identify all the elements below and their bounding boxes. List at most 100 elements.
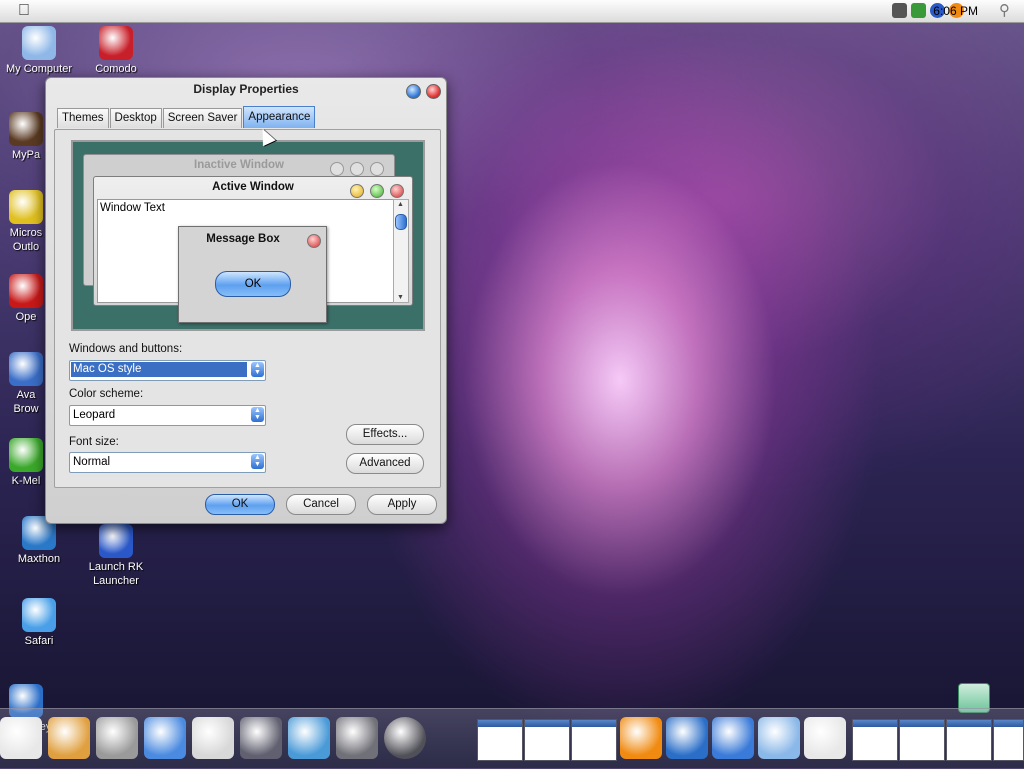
thumbnail-title-bar (900, 720, 944, 727)
inactive-window-title: Inactive Window (194, 159, 284, 171)
mypaint-icon (9, 112, 43, 146)
maximize-icon (370, 184, 384, 198)
notepad-icon[interactable] (804, 717, 846, 759)
desktop-icon-label: My Computer (5, 63, 73, 75)
windows-buttons-label: Windows and buttons: (69, 343, 183, 355)
desktop-icon[interactable]: Comodo (78, 26, 154, 76)
windows-buttons-select[interactable]: Mac OS style ▲ ▼ (69, 360, 266, 381)
color-scheme-label: Color scheme: (69, 388, 144, 400)
window-text: Window Text (100, 202, 165, 214)
notepad-icon[interactable] (0, 717, 42, 759)
computer-icon (22, 26, 56, 60)
minimized-window-thumbnail[interactable] (993, 719, 1024, 761)
inactive-min-icon (330, 162, 344, 176)
windows-buttons-value: Mac OS style (71, 362, 247, 377)
thumbnail-title-bar (478, 720, 522, 727)
desktop-icon[interactable]: My Computer (1, 26, 77, 76)
minimized-window-thumbnail[interactable] (524, 719, 570, 761)
appearance-preview: Inactive Window Active Window Window Tex… (71, 140, 425, 331)
inactive-max-icon (350, 162, 364, 176)
tab-screen-saver[interactable]: Screen Saver (162, 108, 243, 128)
network-icon[interactable] (911, 3, 926, 18)
message-box-preview: Message Box OK (178, 226, 327, 323)
effects-button[interactable]: Effects... (346, 424, 424, 445)
kmeleon-icon (9, 438, 43, 472)
font-size-label: Font size: (69, 436, 119, 448)
spotlight-icon[interactable]: ⚲ (999, 1, 1010, 19)
draw-icon[interactable] (48, 717, 90, 759)
chevron-updown-icon: ▲ ▼ (251, 407, 264, 422)
font-size-value: Normal (73, 456, 111, 468)
tab-themes[interactable]: Themes (57, 108, 109, 128)
color-scheme-select[interactable]: Leopard ▲ ▼ (69, 405, 266, 426)
opera-icon (9, 274, 43, 308)
message-close-icon (307, 234, 321, 248)
desktop-icon[interactable]: Safari (1, 598, 77, 648)
close-button[interactable] (426, 84, 441, 99)
comodo-icon (99, 26, 133, 60)
advanced-button[interactable]: Advanced (346, 453, 424, 474)
scroll-up-icon: ▲ (397, 201, 404, 208)
ok-button[interactable]: OK (205, 494, 275, 515)
scissors-icon[interactable] (192, 717, 234, 759)
desktop-icon-label: Maxthon (17, 553, 61, 565)
font-size-select[interactable]: Normal ▲ ▼ (69, 452, 266, 473)
power-icon[interactable] (384, 717, 426, 759)
seamonkey-icon[interactable] (666, 717, 708, 759)
minimized-window-thumbnail[interactable] (852, 719, 898, 761)
minimized-window-thumbnail[interactable] (571, 719, 617, 761)
tools-icon[interactable] (240, 717, 282, 759)
safari-icon (22, 598, 56, 632)
active-window-title: Active Window (212, 181, 294, 193)
apply-button[interactable]: Apply (367, 494, 437, 515)
tab-appearance[interactable]: Appearance (243, 106, 316, 128)
desktop-icon-label: Launch RK (88, 561, 144, 573)
desktop-icon-label: Safari (24, 635, 54, 647)
appearance-panel: Inactive Window Active Window Window Tex… (54, 129, 441, 488)
tab-strip: Themes Desktop Screen Saver Appearance (57, 106, 316, 129)
thumbnail-title-bar (572, 720, 616, 727)
avant-icon (9, 352, 43, 386)
cancel-button[interactable]: Cancel (286, 494, 356, 515)
display-properties-dialog: Display Properties Themes Desktop Screen… (45, 77, 447, 524)
inactive-close-icon (370, 162, 384, 176)
minimized-window-thumbnail[interactable] (946, 719, 992, 761)
dock (0, 708, 1024, 769)
active-window-preview: Active Window Window Text Message Box OK… (93, 176, 413, 323)
desktop-icon-label: Comodo (95, 63, 137, 75)
apple-icon[interactable]:  (18, 2, 30, 20)
dialog-title: Display Properties (193, 82, 299, 96)
color-scheme-value: Leopard (73, 409, 116, 421)
thumbnail-title-bar (525, 720, 569, 727)
help-icon[interactable] (712, 717, 754, 759)
help-button[interactable] (406, 84, 421, 99)
minimized-window-thumbnail[interactable] (899, 719, 945, 761)
chevron-updown-icon: ▲ ▼ (251, 362, 264, 377)
minimize-icon (350, 184, 364, 198)
rk-launcher-icon (99, 524, 133, 558)
scroll-thumb (395, 214, 407, 230)
message-ok-button: OK (215, 271, 291, 297)
thumbnail-title-bar (994, 720, 1023, 727)
keyboard-icon[interactable] (892, 3, 907, 18)
window-body: Window Text Message Box OK (97, 199, 395, 323)
settings-icon[interactable] (336, 717, 378, 759)
thumbnail-title-bar (853, 720, 897, 727)
search-icon[interactable] (620, 717, 662, 759)
close-icon (390, 184, 404, 198)
tab-desktop[interactable]: Desktop (109, 108, 162, 128)
calculator-icon[interactable] (96, 717, 138, 759)
computer-icon[interactable] (758, 717, 800, 759)
preview-scrollbar: ▲ ▼ (393, 199, 409, 303)
scroll-down-icon: ▼ (397, 294, 404, 301)
thumbnail-title-bar (947, 720, 991, 727)
network-setup-icon[interactable] (288, 717, 330, 759)
clock: 6:06 PM (933, 4, 978, 18)
menu-bar:  6:06 PM ⚲ (0, 0, 1024, 23)
desktop-icon[interactable]: Launch RK Launcher (78, 524, 154, 588)
message-box-title: Message Box (206, 233, 280, 245)
chevron-updown-icon: ▲ ▼ (251, 454, 264, 469)
minimized-window-thumbnail[interactable] (477, 719, 523, 761)
outlook-icon (9, 190, 43, 224)
browser-doc-icon[interactable] (144, 717, 186, 759)
